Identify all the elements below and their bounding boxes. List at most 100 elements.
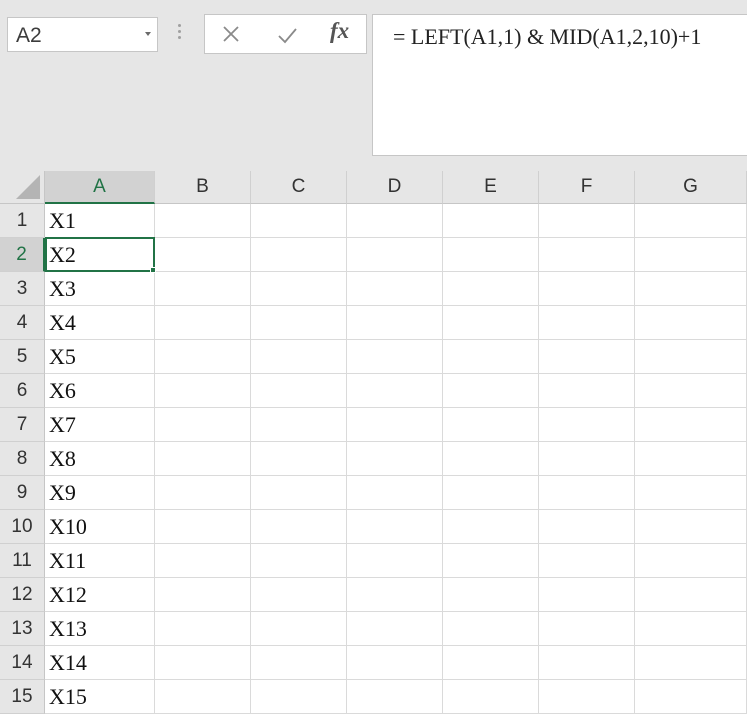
cell-b4[interactable] (155, 306, 251, 340)
row-header-4[interactable]: 4 (0, 306, 45, 340)
cell-c4[interactable] (251, 306, 347, 340)
cell-c2[interactable] (251, 238, 347, 272)
cell-d11[interactable] (347, 544, 443, 578)
cell-c9[interactable] (251, 476, 347, 510)
resize-grip-icon[interactable] (178, 24, 182, 44)
row-header-7[interactable]: 7 (0, 408, 45, 442)
cell-a15[interactable]: X15 (45, 680, 155, 714)
formula-input[interactable]: = LEFT(A1,1) & MID(A1,2,10)+1 (372, 14, 747, 156)
insert-function-button[interactable]: fx (330, 18, 349, 44)
cell-f8[interactable] (539, 442, 635, 476)
row-header-12[interactable]: 12 (0, 578, 45, 612)
column-header-a[interactable]: A (45, 171, 155, 204)
cell-e10[interactable] (443, 510, 539, 544)
cell-b3[interactable] (155, 272, 251, 306)
cell-e12[interactable] (443, 578, 539, 612)
cell-e2[interactable] (443, 238, 539, 272)
cell-e4[interactable] (443, 306, 539, 340)
cell-f1[interactable] (539, 204, 635, 238)
cell-e1[interactable] (443, 204, 539, 238)
column-header-g[interactable]: G (635, 171, 747, 204)
row-header-1[interactable]: 1 (0, 204, 45, 238)
column-header-f[interactable]: F (539, 171, 635, 204)
cell-g1[interactable] (635, 204, 747, 238)
cell-a8[interactable]: X8 (45, 442, 155, 476)
cell-a9[interactable]: X9 (45, 476, 155, 510)
cell-c15[interactable] (251, 680, 347, 714)
cell-a10[interactable]: X10 (45, 510, 155, 544)
cell-b9[interactable] (155, 476, 251, 510)
cell-c6[interactable] (251, 374, 347, 408)
cell-b6[interactable] (155, 374, 251, 408)
cell-g12[interactable] (635, 578, 747, 612)
cell-a11[interactable]: X11 (45, 544, 155, 578)
cell-c8[interactable] (251, 442, 347, 476)
row-header-6[interactable]: 6 (0, 374, 45, 408)
cell-c10[interactable] (251, 510, 347, 544)
cell-g11[interactable] (635, 544, 747, 578)
cell-b12[interactable] (155, 578, 251, 612)
cell-b10[interactable] (155, 510, 251, 544)
cell-f14[interactable] (539, 646, 635, 680)
cell-f11[interactable] (539, 544, 635, 578)
cell-d6[interactable] (347, 374, 443, 408)
cell-b8[interactable] (155, 442, 251, 476)
cell-g4[interactable] (635, 306, 747, 340)
row-header-8[interactable]: 8 (0, 442, 45, 476)
cell-b11[interactable] (155, 544, 251, 578)
cell-f5[interactable] (539, 340, 635, 374)
cell-g9[interactable] (635, 476, 747, 510)
name-box[interactable]: A2 (7, 17, 158, 52)
cell-f10[interactable] (539, 510, 635, 544)
cell-a14[interactable]: X14 (45, 646, 155, 680)
cell-d12[interactable] (347, 578, 443, 612)
cell-e3[interactable] (443, 272, 539, 306)
cell-d2[interactable] (347, 238, 443, 272)
row-header-3[interactable]: 3 (0, 272, 45, 306)
cell-b14[interactable] (155, 646, 251, 680)
cell-a4[interactable]: X4 (45, 306, 155, 340)
cell-d8[interactable] (347, 442, 443, 476)
cell-a1[interactable]: X1 (45, 204, 155, 238)
cell-d4[interactable] (347, 306, 443, 340)
cell-a13[interactable]: X13 (45, 612, 155, 646)
select-all-button[interactable] (0, 171, 45, 204)
cell-f6[interactable] (539, 374, 635, 408)
cell-c5[interactable] (251, 340, 347, 374)
cell-b1[interactable] (155, 204, 251, 238)
cell-f4[interactable] (539, 306, 635, 340)
row-header-9[interactable]: 9 (0, 476, 45, 510)
cell-a3[interactable]: X3 (45, 272, 155, 306)
cell-b5[interactable] (155, 340, 251, 374)
cell-f9[interactable] (539, 476, 635, 510)
row-header-14[interactable]: 14 (0, 646, 45, 680)
cell-c13[interactable] (251, 612, 347, 646)
cell-b13[interactable] (155, 612, 251, 646)
cell-e8[interactable] (443, 442, 539, 476)
cell-g5[interactable] (635, 340, 747, 374)
cell-e13[interactable] (443, 612, 539, 646)
cell-a7[interactable]: X7 (45, 408, 155, 442)
cell-a6[interactable]: X6 (45, 374, 155, 408)
column-header-e[interactable]: E (443, 171, 539, 204)
cell-e6[interactable] (443, 374, 539, 408)
row-header-13[interactable]: 13 (0, 612, 45, 646)
cell-a2[interactable]: X2 (45, 238, 155, 272)
cell-e14[interactable] (443, 646, 539, 680)
cell-d15[interactable] (347, 680, 443, 714)
row-header-5[interactable]: 5 (0, 340, 45, 374)
cell-d9[interactable] (347, 476, 443, 510)
cell-d14[interactable] (347, 646, 443, 680)
cell-f2[interactable] (539, 238, 635, 272)
cell-c12[interactable] (251, 578, 347, 612)
cell-b15[interactable] (155, 680, 251, 714)
chevron-down-icon[interactable] (145, 32, 151, 36)
cell-d5[interactable] (347, 340, 443, 374)
cell-g3[interactable] (635, 272, 747, 306)
cell-f7[interactable] (539, 408, 635, 442)
cell-f15[interactable] (539, 680, 635, 714)
cell-b2[interactable] (155, 238, 251, 272)
cell-c7[interactable] (251, 408, 347, 442)
checkmark-icon[interactable] (276, 24, 298, 46)
cell-f12[interactable] (539, 578, 635, 612)
